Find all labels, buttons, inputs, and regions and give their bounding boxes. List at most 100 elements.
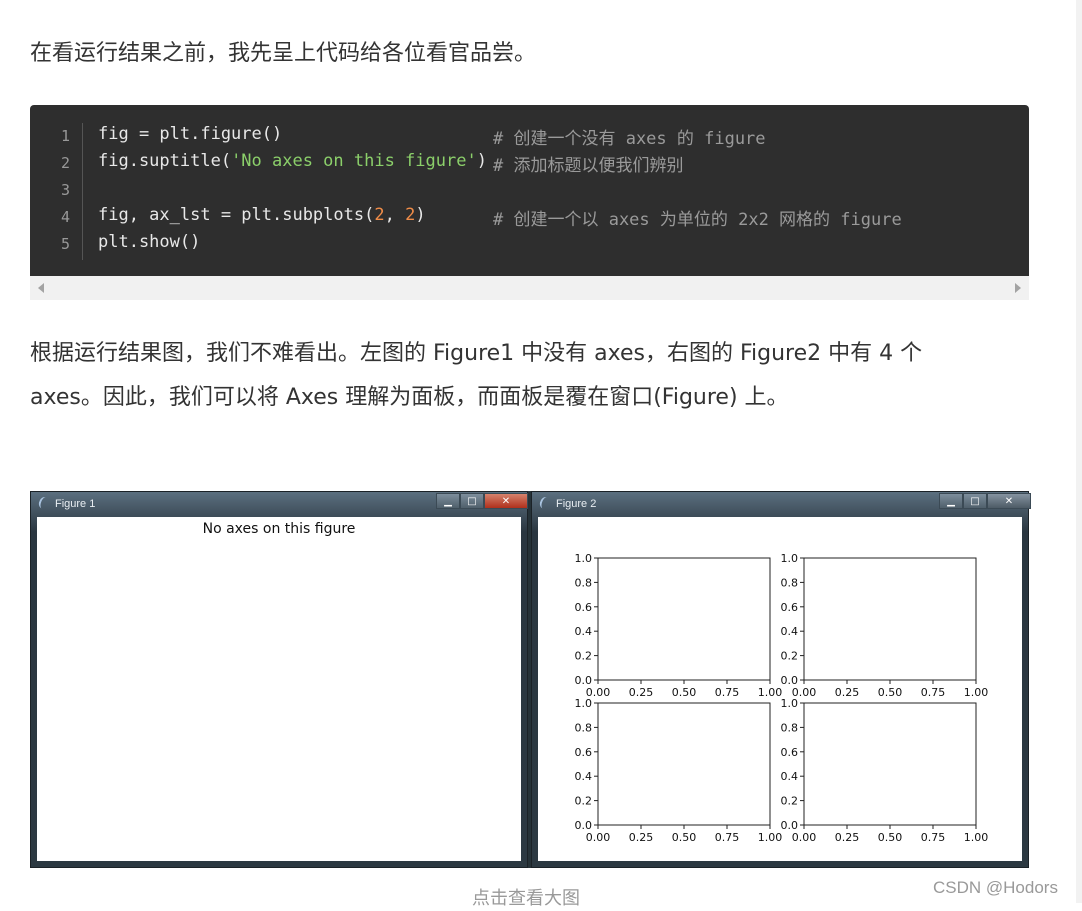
figure2-canvas: 0.00 0.25 0.50 0.75 1.00 0.0 0.2 0.4 0.6 0.8 1.0 0.… (538, 517, 1022, 861)
subplot-axes-2: 0.00 0.25 0.50 0.75 1.000.00.20.40.60.81.0 (781, 552, 989, 699)
feather-icon (37, 495, 51, 511)
page-scrollbar[interactable] (1076, 0, 1082, 903)
x-tick-label: 0.25 (835, 686, 860, 699)
minimize-icon[interactable]: ▁ (939, 493, 963, 509)
maximize-icon[interactable]: □ (963, 493, 987, 509)
y-tick-label: 0.4 (575, 770, 593, 783)
code-block: 1 2 3 4 5 fig = plt.figure() # 创建一个没有 ax… (30, 105, 1029, 276)
code-token: , (384, 205, 406, 225)
x-tick-label: 0.00 (586, 831, 611, 844)
line-number: 3 (60, 181, 70, 199)
subplots-grid: 0.00 0.25 0.50 0.75 1.000.00.20.40.60.81.00.… (575, 552, 989, 844)
close-icon[interactable]: ✕ (484, 493, 528, 509)
y-tick-label: 1.0 (575, 697, 593, 710)
y-tick-label: 0.6 (781, 746, 799, 759)
code-line-2: fig.suptitle('No axes on this figure') (98, 151, 487, 171)
minimize-icon[interactable]: ▁ (436, 493, 460, 509)
x-tick-label: 0.75 (715, 686, 740, 699)
result-screenshot[interactable]: Figure 1 ▁ □ ✕ No axes on this figure Fi… (30, 491, 1031, 868)
x-tick-label: 1.00 (758, 686, 783, 699)
figure1-canvas: No axes on this figure (37, 517, 521, 861)
y-tick-label: 0.8 (781, 721, 799, 734)
code-comment-4: # 创建一个以 axes 为单位的 2x2 网格的 figure (493, 210, 902, 230)
subplot-axes-1: 0.00 0.25 0.50 0.75 1.000.00.20.40.60.81.0 (575, 552, 783, 699)
subplot-axes-4: 0.00 0.25 0.50 0.75 1.00 0.0 0.2 0.4 0.6 0.8 1.0 (781, 697, 989, 844)
x-tick-label: 1.00 (964, 831, 989, 844)
y-tick-label: 0.4 (781, 625, 799, 638)
explanation-paragraph: 根据运行结果图，我们不难看出。左图的 Figure1 中没有 axes，右图的 … (30, 332, 922, 420)
code-token: ) (415, 205, 426, 225)
code-token: fig.suptitle( (98, 151, 232, 171)
close-icon[interactable]: ✕ (987, 493, 1031, 509)
code-token: fig, ax_lst = plt.subplots( (98, 205, 375, 225)
line-number: 1 (60, 127, 70, 145)
y-tick-label: 1.0 (575, 552, 593, 565)
code-string: 'No axes on this figure' (231, 151, 477, 171)
code-token: ) (476, 151, 487, 171)
x-tick-label: 0.75 (921, 831, 946, 844)
x-tick-label: 1.00 (758, 831, 783, 844)
y-tick-label: 0.2 (575, 795, 593, 808)
scroll-right-arrow-icon[interactable] (1015, 283, 1021, 293)
y-tick-label: 0.8 (575, 576, 593, 589)
x-tick-label: 0.75 (921, 686, 946, 699)
figure1-window: Figure 1 ▁ □ ✕ No axes on this figure (30, 491, 528, 868)
y-tick-label: 0.6 (575, 746, 593, 759)
axes-frame (803, 702, 977, 826)
y-tick-label: 0.0 (575, 674, 593, 687)
x-tick-label: 0.25 (629, 686, 654, 699)
footer: 点击查看大图 CSDN @Hodors (0, 878, 1082, 909)
y-tick-label: 0.6 (575, 601, 593, 614)
y-tick-label: 0.4 (575, 625, 593, 638)
watermark: CSDN @Hodors (933, 878, 1058, 897)
code-horizontal-scrollbar[interactable] (30, 276, 1029, 300)
x-tick-label: 0.50 (672, 686, 697, 699)
x-tick-label: 1.00 (964, 686, 989, 699)
feather-icon (538, 495, 552, 511)
axes-frame (597, 702, 771, 826)
y-tick-label: 0.2 (781, 650, 799, 663)
maximize-icon[interactable]: □ (460, 493, 484, 509)
x-tick-label: 0.00 (792, 831, 817, 844)
y-tick-label: 0.2 (575, 650, 593, 663)
y-tick-label: 0.0 (575, 819, 593, 832)
code-comment-2: # 添加标题以便我们辨别 (493, 156, 684, 176)
code-line-5: plt.show() (98, 232, 201, 252)
y-tick-label: 1.0 (781, 552, 799, 565)
window-title: Figure 1 (55, 498, 96, 510)
y-tick-label: 0.4 (781, 770, 799, 783)
x-tick-label: 0.75 (715, 831, 740, 844)
y-tick-label: 1.0 (781, 697, 799, 710)
window-controls: ▁ □ ✕ (939, 493, 1031, 510)
explanation-line-2: axes。因此，我们可以将 Axes 理解为面板，而面板是覆在窗口(Figure… (30, 385, 789, 410)
y-tick-label: 0.8 (575, 721, 593, 734)
window-controls: ▁ □ ✕ (436, 493, 528, 510)
y-tick-label: 0.8 (781, 576, 799, 589)
window-title: Figure 2 (556, 498, 597, 510)
figure-suptitle: No axes on this figure (202, 521, 356, 537)
code-comment-1: # 创建一个没有 axes 的 figure (493, 129, 766, 149)
view-large-image-link[interactable]: 点击查看大图 (472, 887, 580, 911)
y-tick-label: 0.6 (781, 601, 799, 614)
x-tick-label: 0.25 (629, 831, 654, 844)
code-line-1: fig = plt.figure() (98, 124, 283, 144)
x-tick-label: 0.25 (835, 831, 860, 844)
intro-paragraph: 在看运行结果之前，我先呈上代码给各位看官品尝。 (30, 41, 537, 66)
code-number: 2 (405, 205, 416, 225)
code-line-4: fig, ax_lst = plt.subplots(2, 2) (98, 205, 426, 225)
axes-frame (597, 557, 771, 681)
line-number: 4 (60, 208, 70, 226)
y-tick-label: 0.2 (781, 795, 799, 808)
y-tick-label: 0.0 (781, 819, 799, 832)
x-tick-label: 0.50 (878, 831, 903, 844)
subplot-axes-3: 0.00 0.25 0.50 0.75 1.00 0.0 0.2 0.4 0.6 0.8 1.0 (575, 697, 783, 844)
x-tick-label: 0.50 (672, 831, 697, 844)
line-number: 5 (60, 235, 70, 253)
figure2-window: Figure 2 ▁ □ ✕ 0.00 0.25 0.50 0.75 1.00 0.0 0.… (531, 491, 1031, 868)
y-tick-label: 0.0 (781, 674, 799, 687)
scroll-left-arrow-icon[interactable] (38, 283, 44, 293)
line-number: 2 (60, 154, 70, 172)
axes-frame (803, 557, 977, 681)
code-number: 2 (374, 205, 385, 225)
x-tick-label: 0.50 (878, 686, 903, 699)
